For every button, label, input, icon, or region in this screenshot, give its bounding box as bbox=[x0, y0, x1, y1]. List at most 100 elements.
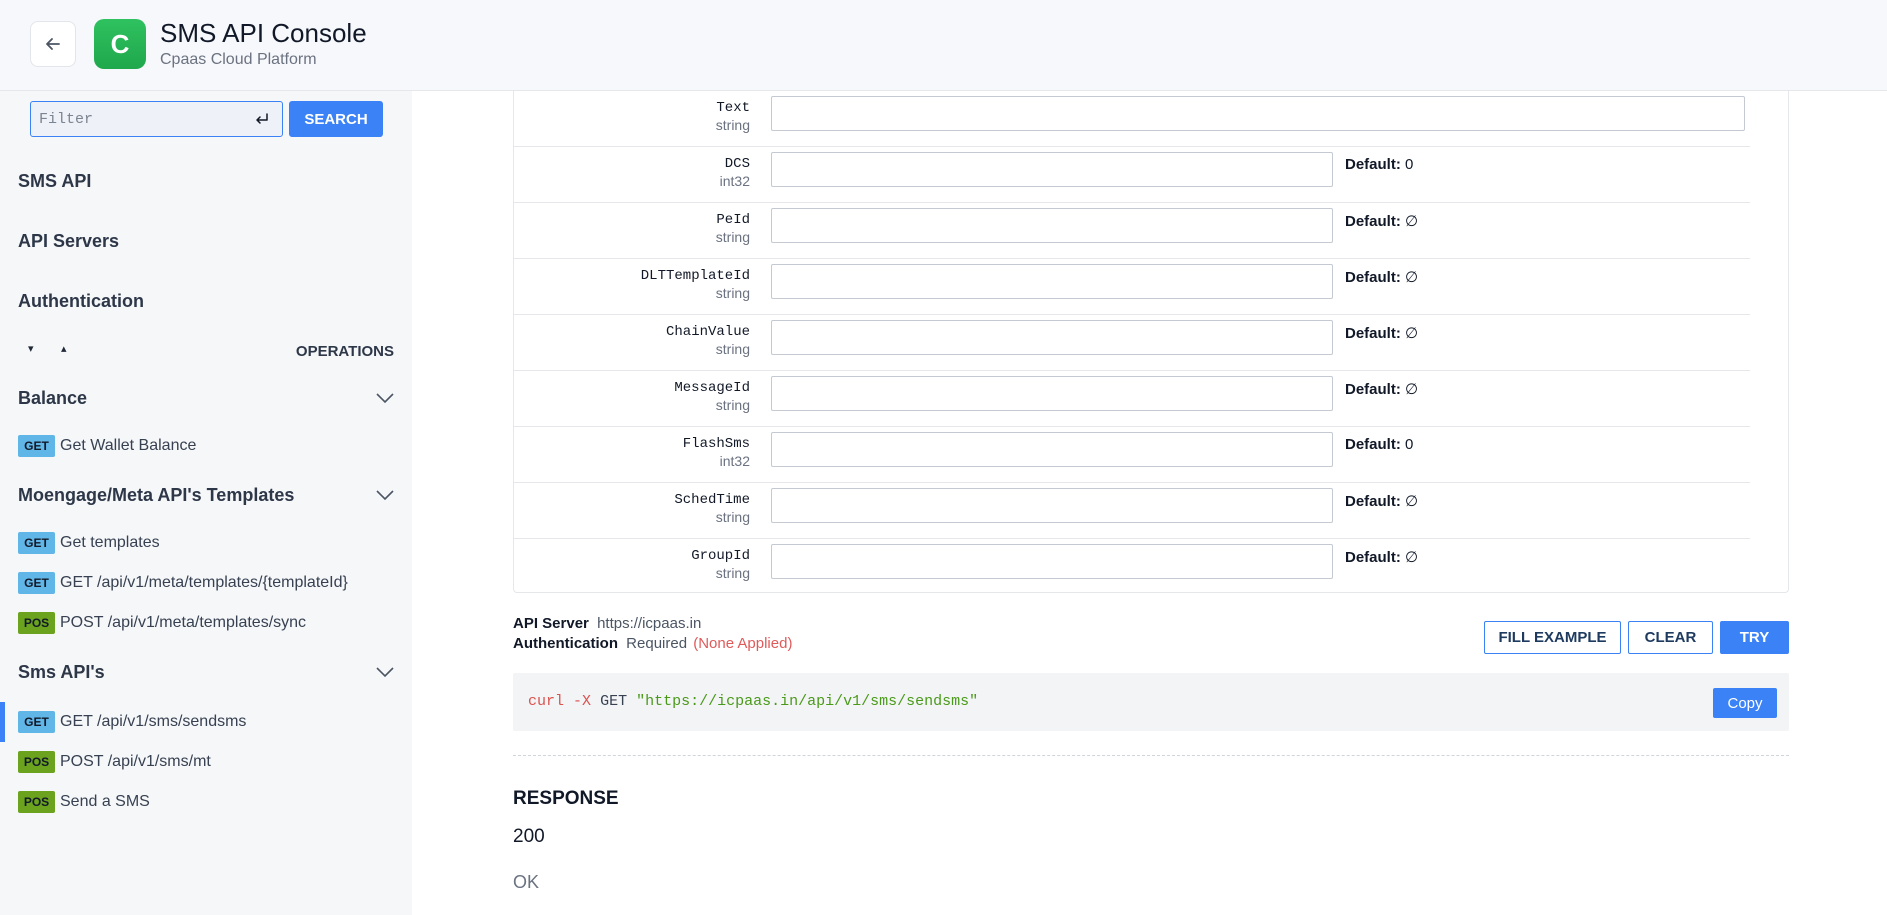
op-label: Send a SMS bbox=[60, 793, 150, 810]
curl-command: curl -X GET "https://icpaas.in/api/v1/sm… bbox=[528, 693, 979, 710]
method-badge: POS bbox=[18, 751, 55, 773]
back-button[interactable] bbox=[30, 21, 76, 67]
authentication-info: Authentication Required (None Applied) bbox=[513, 635, 792, 652]
param-default: Default: ∅ bbox=[1345, 325, 1419, 342]
param-name: MessageId bbox=[674, 380, 750, 396]
param-input-messageid[interactable] bbox=[771, 376, 1333, 411]
active-indicator bbox=[0, 702, 5, 742]
app-header: C SMS API Console Cpaas Cloud Platform bbox=[0, 0, 1887, 91]
try-button[interactable]: TRY bbox=[1720, 621, 1789, 654]
op-post-templates-sync[interactable]: POS POST /api/v1/meta/templates/sync bbox=[18, 611, 306, 635]
param-name: DLTTemplateId bbox=[640, 268, 750, 284]
group-title: Sms API's bbox=[18, 662, 105, 682]
response-description: OK bbox=[513, 872, 540, 892]
param-default: Default: ∅ bbox=[1345, 381, 1419, 398]
param-input-text[interactable] bbox=[771, 96, 1745, 131]
param-row-peid: PeId string Default: ∅ bbox=[514, 203, 1750, 259]
expand-all-caret-icon[interactable]: ▾ bbox=[28, 342, 34, 355]
chevron-down-icon bbox=[376, 393, 394, 404]
op-get-template-by-id[interactable]: GET GET /api/v1/meta/templates/{template… bbox=[18, 571, 348, 595]
param-type: int32 bbox=[719, 173, 750, 189]
op-send-a-sms[interactable]: POS Send a SMS bbox=[18, 790, 150, 814]
param-default: Default: 0 bbox=[1345, 436, 1414, 453]
app-title: SMS API Console bbox=[160, 18, 367, 48]
auth-status: (None Applied) bbox=[693, 635, 793, 652]
param-name: DCS bbox=[724, 156, 750, 172]
param-type: int32 bbox=[719, 453, 750, 469]
op-get-templates[interactable]: GET Get templates bbox=[18, 531, 160, 555]
chevron-down-icon bbox=[376, 667, 394, 678]
param-default: Default: 0 bbox=[1345, 156, 1414, 173]
param-type: string bbox=[715, 509, 750, 525]
param-row-flashsms: FlashSms int32 Default: 0 bbox=[514, 427, 1750, 483]
group-moengage-templates[interactable]: Moengage/Meta API's Templates bbox=[18, 485, 394, 511]
method-badge: POS bbox=[18, 612, 55, 634]
nav-api-servers[interactable]: API Servers bbox=[18, 231, 119, 252]
param-row-schedtime: SchedTime string Default: ∅ bbox=[514, 483, 1750, 539]
collapse-all-caret-icon[interactable]: ▴ bbox=[61, 342, 67, 355]
param-default: Default: ∅ bbox=[1345, 269, 1419, 286]
app-subtitle: Cpaas Cloud Platform bbox=[160, 51, 317, 68]
search-button[interactable]: SEARCH bbox=[289, 101, 383, 137]
param-input-groupid[interactable] bbox=[771, 544, 1333, 579]
param-name: GroupId bbox=[691, 548, 750, 564]
api-server-info: API Server https://icpaas.in bbox=[513, 615, 701, 632]
operations-toolbar: ▾ ▴ OPERATIONS bbox=[18, 340, 394, 362]
op-label: POST /api/v1/sms/mt bbox=[60, 753, 211, 770]
op-label: Get Wallet Balance bbox=[60, 437, 197, 454]
op-get-sendsms[interactable]: GET GET /api/v1/sms/sendsms bbox=[18, 710, 246, 734]
method-badge: GET bbox=[18, 572, 55, 594]
param-input-dlttemplateid[interactable] bbox=[771, 264, 1333, 299]
param-type: string bbox=[715, 229, 750, 245]
method-badge: POS bbox=[18, 791, 55, 813]
operations-label: OPERATIONS bbox=[295, 343, 394, 360]
param-row-dlttemplateid: DLTTemplateId string Default: ∅ bbox=[514, 259, 1750, 315]
section-divider bbox=[513, 755, 1789, 756]
op-get-wallet-balance[interactable]: GET Get Wallet Balance bbox=[18, 434, 196, 458]
response-status-code: 200 bbox=[513, 826, 545, 847]
op-label: Get templates bbox=[60, 534, 160, 551]
fill-example-button[interactable]: FILL EXAMPLE bbox=[1484, 621, 1621, 654]
app-logo: C bbox=[94, 19, 146, 69]
param-type: string bbox=[715, 565, 750, 581]
group-title: Balance bbox=[18, 388, 88, 408]
nav-sms-api[interactable]: SMS API bbox=[18, 171, 91, 192]
nav-authentication[interactable]: Authentication bbox=[18, 291, 144, 312]
param-row-groupid: GroupId string Default: ∅ bbox=[514, 539, 1750, 595]
param-type: string bbox=[715, 117, 750, 133]
param-default: Default: ∅ bbox=[1345, 493, 1419, 510]
curl-snippet: curl -X GET "https://icpaas.in/api/v1/sm… bbox=[513, 673, 1789, 731]
filter-box bbox=[30, 101, 283, 137]
method-badge: GET bbox=[18, 532, 55, 554]
param-name: ChainValue bbox=[665, 324, 750, 340]
param-name: FlashSms bbox=[682, 436, 750, 452]
response-title: RESPONSE bbox=[513, 788, 619, 809]
param-input-chainvalue[interactable] bbox=[771, 320, 1333, 355]
param-name: PeId bbox=[716, 212, 750, 228]
param-input-peid[interactable] bbox=[771, 208, 1333, 243]
param-row-chainvalue: ChainValue string Default: ∅ bbox=[514, 315, 1750, 371]
arrow-left-icon bbox=[46, 38, 60, 50]
copy-button[interactable]: Copy bbox=[1713, 688, 1777, 718]
group-sms-apis[interactable]: Sms API's bbox=[18, 662, 394, 688]
param-default: Default: ∅ bbox=[1345, 549, 1419, 566]
op-post-sms-mt[interactable]: POS POST /api/v1/sms/mt bbox=[18, 750, 211, 774]
op-label: GET /api/v1/meta/templates/{templateId} bbox=[60, 574, 348, 591]
param-name: SchedTime bbox=[674, 492, 750, 508]
chevron-down-icon bbox=[376, 490, 394, 501]
group-balance[interactable]: Balance bbox=[18, 388, 394, 414]
api-server-label: API Server bbox=[513, 615, 589, 632]
param-type: string bbox=[715, 341, 750, 357]
enter-key-icon bbox=[256, 113, 268, 124]
op-label: POST /api/v1/meta/templates/sync bbox=[60, 614, 307, 631]
param-type: string bbox=[715, 285, 750, 301]
clear-button[interactable]: CLEAR bbox=[1628, 621, 1713, 654]
param-input-dcs[interactable] bbox=[771, 152, 1333, 187]
method-badge: GET bbox=[18, 711, 55, 733]
param-input-schedtime[interactable] bbox=[771, 488, 1333, 523]
group-title: Moengage/Meta API's Templates bbox=[18, 485, 295, 505]
api-server-value: https://icpaas.in bbox=[597, 615, 702, 632]
filter-input[interactable] bbox=[31, 102, 246, 136]
param-row-text: Text string bbox=[514, 91, 1750, 147]
param-input-flashsms[interactable] bbox=[771, 432, 1333, 467]
